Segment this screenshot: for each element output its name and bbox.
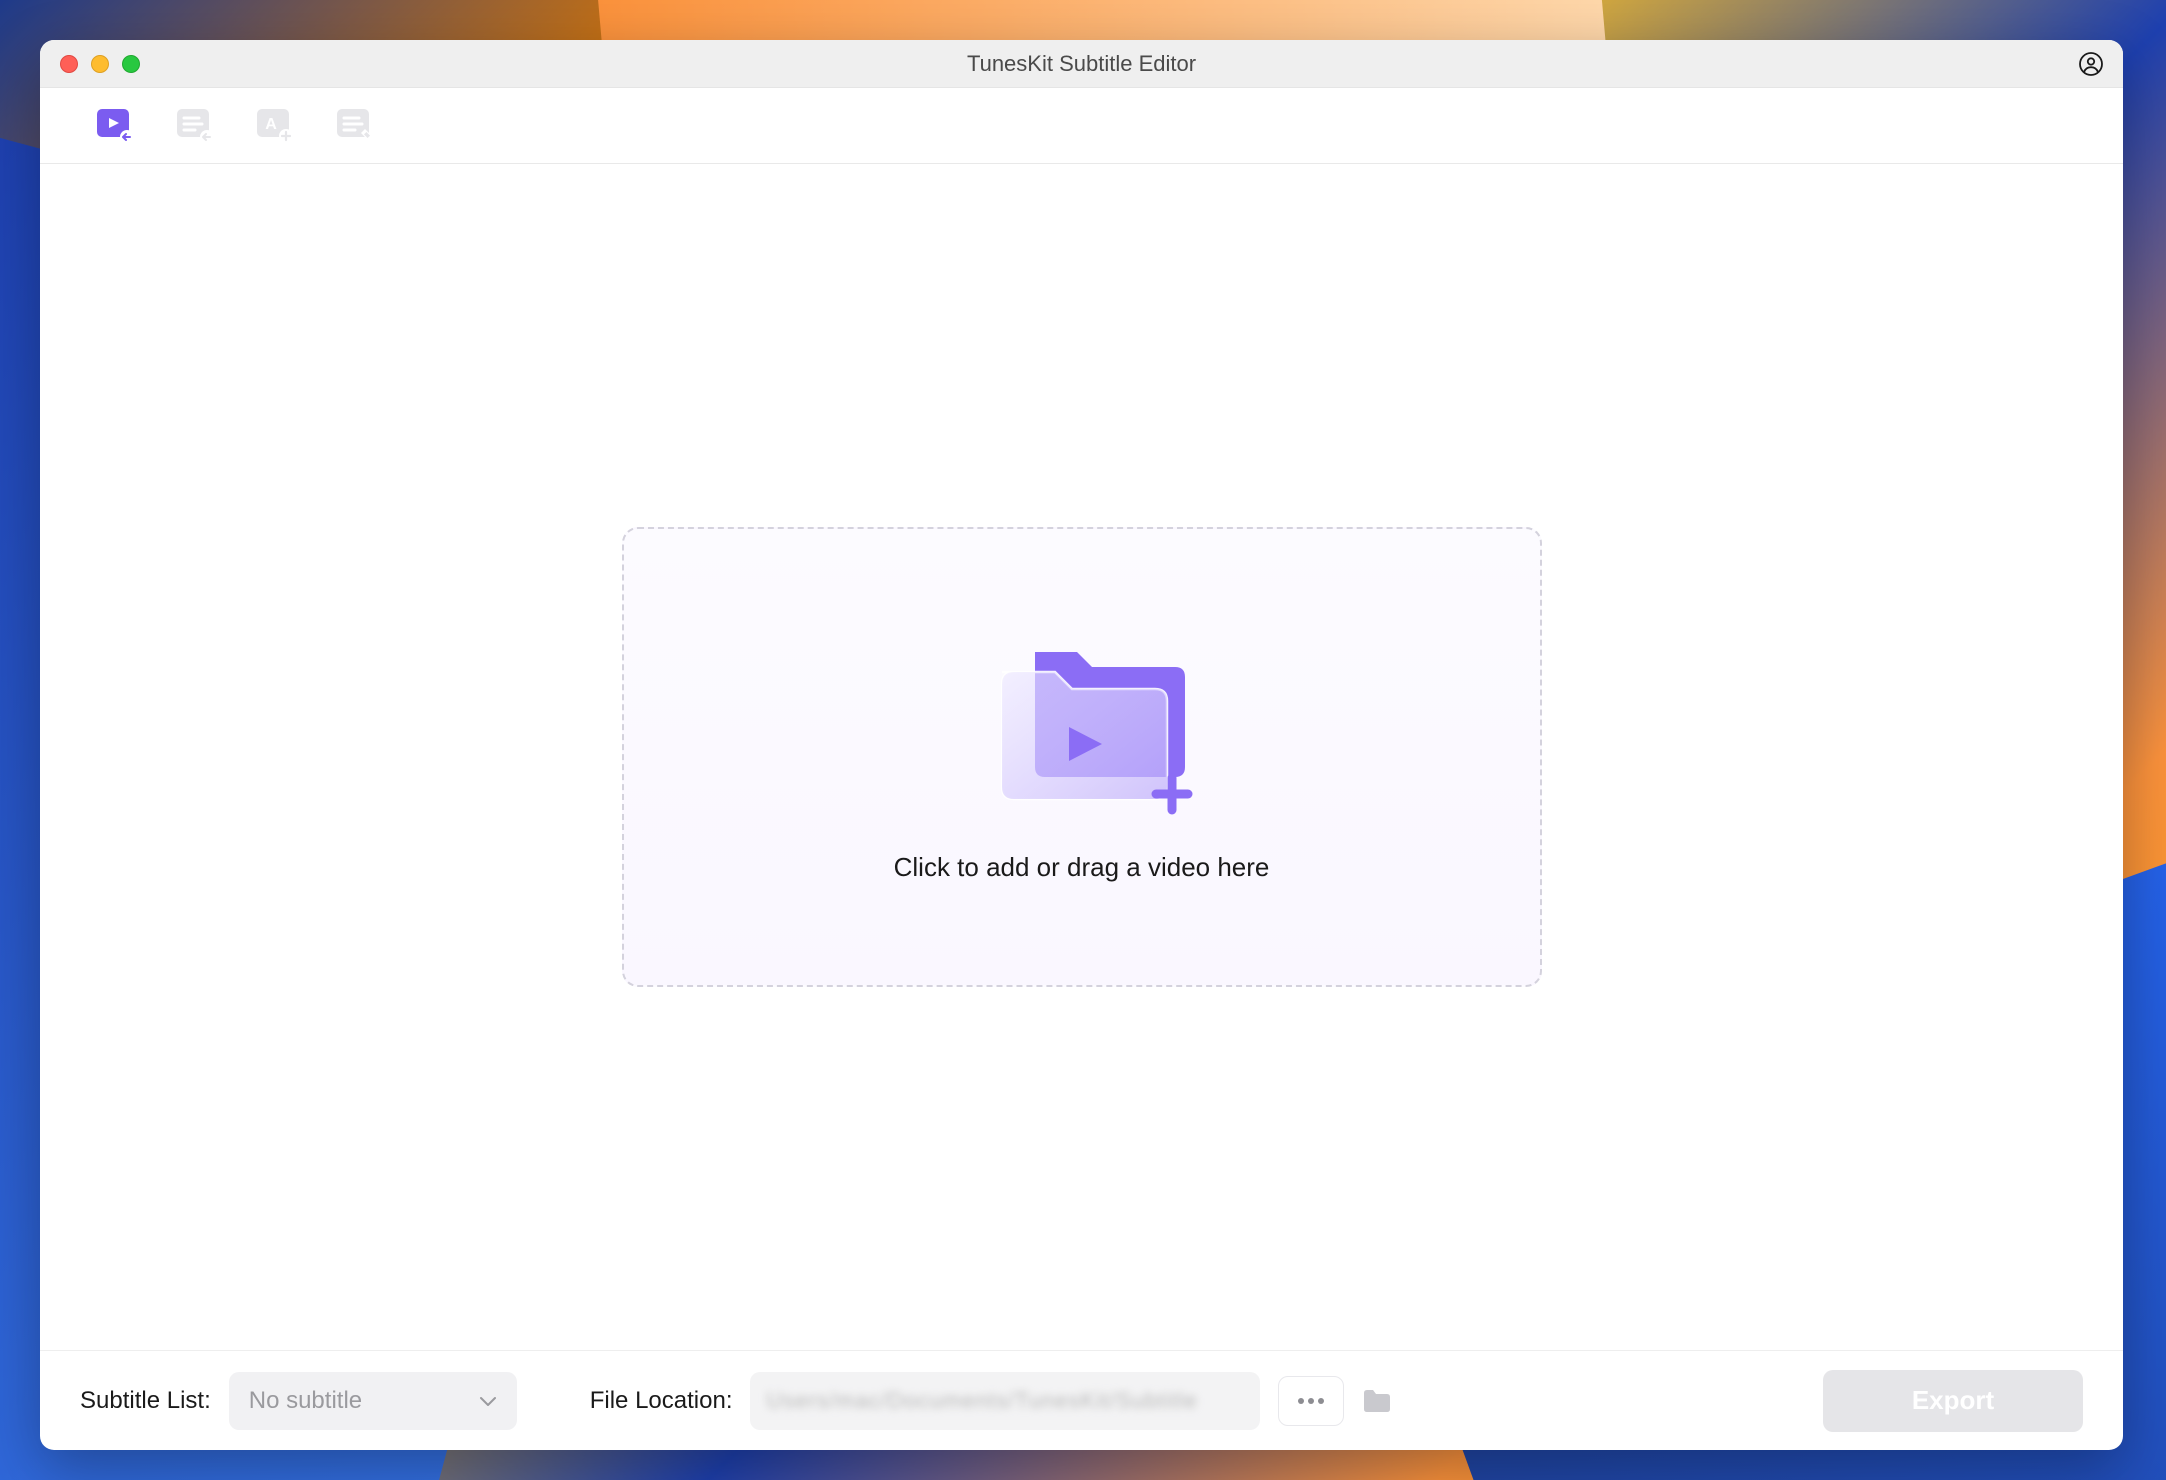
titlebar: TunesKit Subtitle Editor <box>40 40 2123 88</box>
export-button-label: Export <box>1912 1385 1994 1416</box>
chevron-down-icon <box>479 1395 497 1407</box>
file-location-value: Users/mac/Documents/TunesKit/Subtitle <box>766 1388 1197 1414</box>
minimize-button[interactable] <box>91 55 109 73</box>
subtitle-list-select[interactable]: No subtitle <box>229 1372 517 1430</box>
traffic-lights <box>60 55 140 73</box>
bottom-bar: Subtitle List: No subtitle File Location… <box>40 1350 2123 1450</box>
close-button[interactable] <box>60 55 78 73</box>
maximize-button[interactable] <box>122 55 140 73</box>
drop-zone-text: Click to add or drag a video here <box>894 852 1270 883</box>
subtitle-list-value: No subtitle <box>249 1387 362 1415</box>
import-subtitle-icon[interactable] <box>175 107 215 145</box>
file-location-label: File Location: <box>590 1387 733 1415</box>
window-title: TunesKit Subtitle Editor <box>967 51 1196 77</box>
svg-text:A: A <box>265 116 277 133</box>
toolbar: A <box>40 88 2123 164</box>
subtitle-style-icon[interactable]: A <box>255 107 295 145</box>
import-video-icon[interactable] <box>95 107 135 145</box>
drop-zone[interactable]: Click to add or drag a video here <box>622 527 1542 987</box>
ellipsis-icon <box>1296 1397 1326 1405</box>
main-content: Click to add or drag a video here <box>40 164 2123 1350</box>
account-icon[interactable] <box>2079 52 2103 76</box>
open-folder-button[interactable] <box>1362 1388 1392 1414</box>
folder-icon <box>1362 1388 1392 1414</box>
app-window: TunesKit Subtitle Editor <box>40 40 2123 1450</box>
export-button[interactable]: Export <box>1823 1370 2083 1432</box>
more-options-button[interactable] <box>1278 1376 1344 1426</box>
edit-subtitle-icon[interactable] <box>335 107 375 145</box>
folder-plus-icon <box>957 622 1207 822</box>
subtitle-list-label: Subtitle List: <box>80 1387 211 1415</box>
file-location-field[interactable]: Users/mac/Documents/TunesKit/Subtitle <box>750 1372 1260 1430</box>
